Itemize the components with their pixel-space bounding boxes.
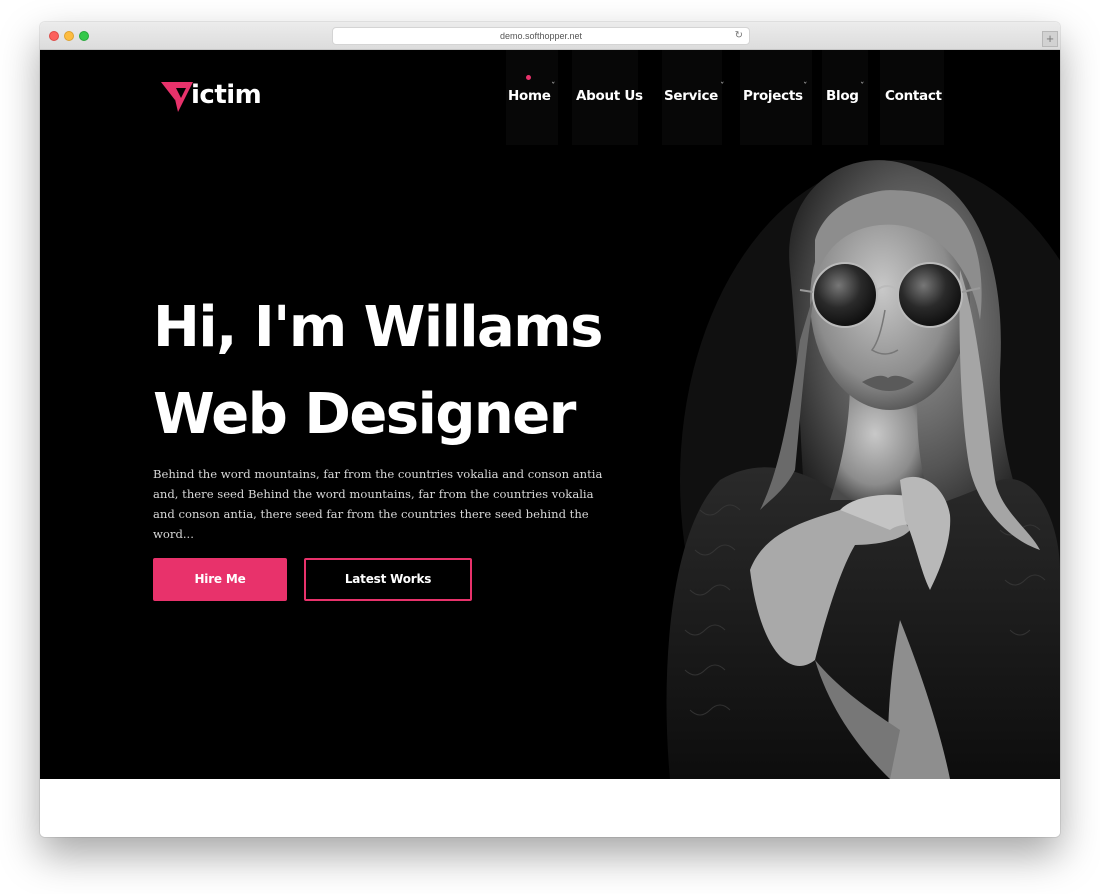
nav-about-us[interactable]: About Us xyxy=(576,76,643,116)
address-bar[interactable]: demo.softhopper.net ↻ xyxy=(332,27,750,45)
hero-heading-line2: Web Designer xyxy=(153,382,576,447)
hire-me-button[interactable]: Hire Me xyxy=(153,558,287,601)
nav-projects[interactable]: Projects ˇ xyxy=(743,76,808,116)
close-window-icon[interactable] xyxy=(49,31,59,41)
nav-blog[interactable]: Blog ˇ xyxy=(826,76,865,116)
reload-icon[interactable]: ↻ xyxy=(735,28,743,44)
nav-home-label: Home xyxy=(508,88,551,104)
chevron-down-icon: ˇ xyxy=(551,82,556,92)
nav-service[interactable]: Service ˇ xyxy=(664,76,725,116)
chevron-down-icon: ˇ xyxy=(720,82,725,92)
hero-description: Behind the word mountains, far from the … xyxy=(153,467,603,541)
nav-blog-label: Blog xyxy=(826,88,859,104)
nav-about-label: About Us xyxy=(576,88,643,104)
hero-heading: Hi, I'm Willams Web Designer xyxy=(153,284,713,458)
active-indicator-dot xyxy=(526,75,531,80)
latest-works-button[interactable]: Latest Works xyxy=(304,558,472,601)
maximize-window-icon[interactable] xyxy=(79,31,89,41)
nav-service-label: Service xyxy=(664,88,719,104)
browser-window: demo.softhopper.net ↻ + ictim Home ˇ Abo… xyxy=(40,22,1060,837)
browser-titlebar: demo.softhopper.net ↻ + xyxy=(40,22,1060,50)
nav-contact-label: Contact xyxy=(885,88,942,104)
below-fold-section xyxy=(40,779,1060,837)
nav-projects-label: Projects xyxy=(743,88,803,104)
portrait-photo xyxy=(600,150,1060,779)
new-tab-button[interactable]: + xyxy=(1042,31,1058,47)
hero-heading-line1: Hi, I'm Willams xyxy=(153,295,604,360)
hero-section: ictim Home ˇ About Us Service ˇ Projects… xyxy=(40,50,1060,779)
nav-contact[interactable]: Contact xyxy=(885,76,942,116)
chevron-down-icon: ˇ xyxy=(803,82,808,92)
chevron-down-icon: ˇ xyxy=(860,82,865,92)
url-text: demo.softhopper.net xyxy=(499,31,583,41)
logo-text: ictim xyxy=(191,80,262,110)
nav-home[interactable]: Home ˇ xyxy=(508,75,556,116)
minimize-window-icon[interactable] xyxy=(64,31,74,41)
victim-v-logo-icon xyxy=(161,82,193,112)
